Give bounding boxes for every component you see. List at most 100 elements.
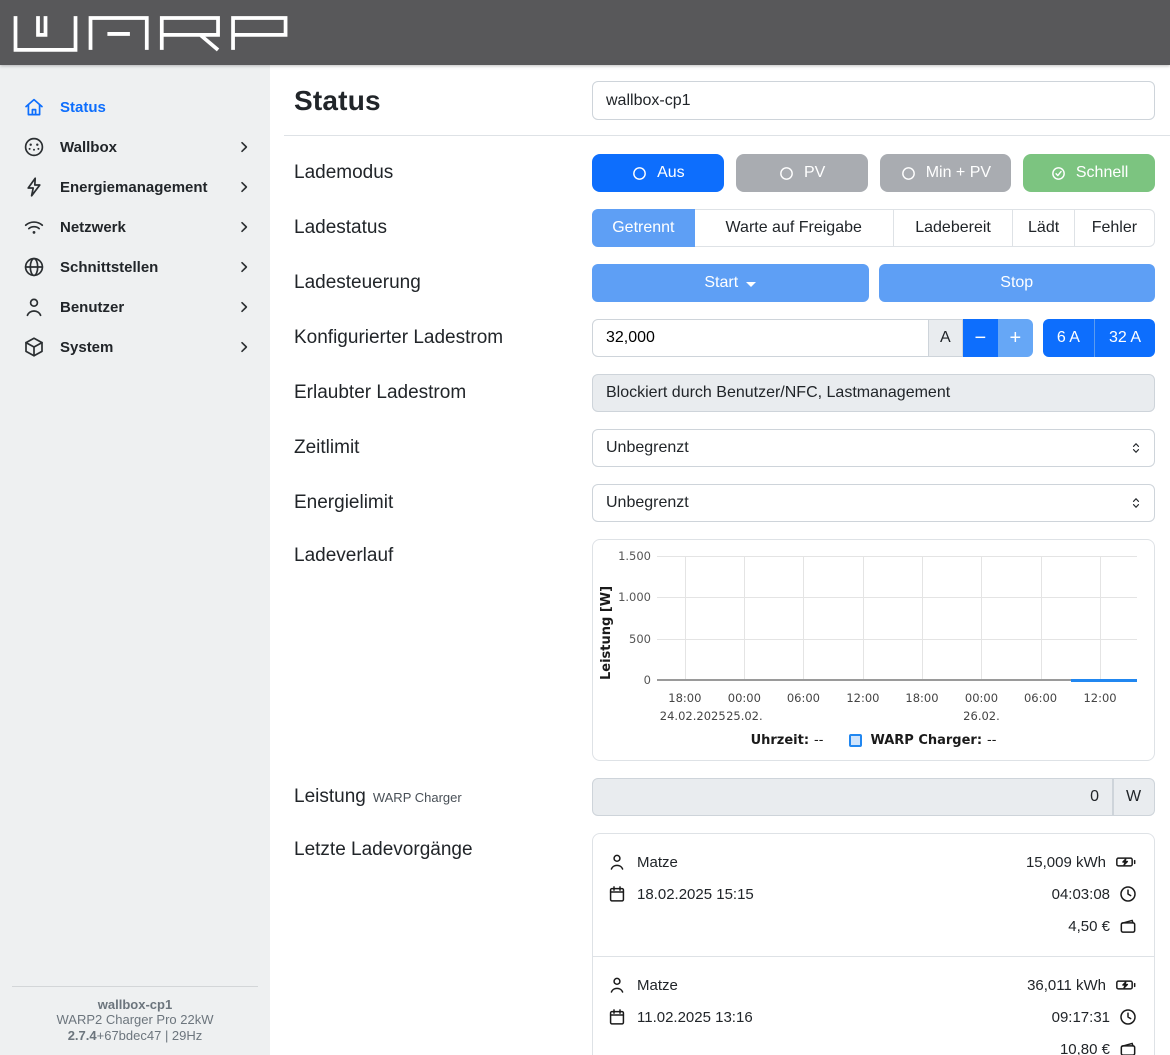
chart-plot-area (657, 556, 1137, 680)
device-model: WARP2 Charger Pro 22kW (12, 1012, 258, 1027)
device-name: wallbox-cp1 (12, 997, 258, 1012)
sidebar-item-label: System (60, 339, 113, 356)
start-button[interactable]: Start (592, 264, 869, 302)
stop-button[interactable]: Stop (879, 264, 1156, 302)
app-header (0, 0, 1170, 65)
entry-user: Matze (637, 977, 678, 994)
entry-duration: 04:03:08 (1052, 886, 1110, 903)
sidebar-item-benutzer[interactable]: Benutzer (0, 287, 270, 327)
status-segment-warte-auf-freigabe: Warte auf Freigabe (695, 209, 894, 247)
charge-log-entry: Matze 18.02.2025 15:15 15,009 kWh 04:03:… (593, 834, 1154, 956)
divider (284, 135, 1170, 136)
entry-datetime: 18.02.2025 15:15 (637, 886, 754, 903)
energielimit-label: Energielimit (294, 492, 592, 514)
chart-x-axis (657, 679, 1137, 681)
mode-button-aus[interactable]: Aus (592, 154, 724, 192)
radio-circle-icon (631, 165, 648, 182)
power-unit-label: W (1113, 778, 1155, 816)
chart-series-line (1071, 679, 1137, 683)
sidebar-item-schnittstellen[interactable]: Schnittstellen (0, 247, 270, 287)
sidebar-item-system[interactable]: System (0, 327, 270, 367)
sidebar-item-label: Energiemanagement (60, 179, 208, 196)
chevron-right-icon (236, 299, 252, 315)
chart-legend: Uhrzeit:-- WARP Charger:-- (593, 733, 1154, 748)
charge-history-chart: Leistung [W] 1.5001.0005000 18:0000:0006… (592, 539, 1155, 761)
caret-down-icon (746, 282, 756, 287)
sidebar-item-label: Netzwerk (60, 219, 126, 236)
status-segment-ladebereit: Ladebereit (894, 209, 1014, 247)
firmware-version: 2.7.4+67bdec47 | 29Hz (12, 1028, 258, 1043)
ladestatus-label: Ladestatus (294, 217, 592, 239)
sidebar-item-label: Schnittstellen (60, 259, 158, 276)
hostname-input[interactable] (592, 81, 1155, 120)
main-content: Status Lademodus AusPVMin + PVSchnell La… (270, 65, 1170, 1055)
home-icon (22, 95, 46, 119)
legend-checkbox-marker[interactable] (849, 734, 862, 747)
sidebar-item-netzwerk[interactable]: Netzwerk (0, 207, 270, 247)
power-value-field: 0 (592, 778, 1113, 816)
time-limit-select[interactable]: Unbegrenzt (592, 429, 1155, 467)
chart-date-labels: 24.02.202525.02.26.02. (657, 709, 1137, 724)
ampere-unit-label: A (929, 319, 963, 357)
entry-energy: 36,011 kWh (1027, 977, 1106, 994)
sidebar-item-label: Wallbox (60, 139, 117, 156)
person-icon (607, 975, 627, 995)
calendar-icon (607, 1007, 627, 1027)
status-segment-fehler: Fehler (1075, 209, 1155, 247)
wallet-icon (1118, 1039, 1138, 1055)
person-icon (607, 852, 627, 872)
charge-log-card: Matze 18.02.2025 15:15 15,009 kWh 04:03:… (592, 833, 1155, 1055)
energy-limit-select[interactable]: Unbegrenzt (592, 484, 1155, 522)
user-icon (22, 295, 46, 319)
chart-y-ticks: 1.5001.0005000 (615, 556, 651, 680)
check-circle-icon (1050, 165, 1067, 182)
select-arrows-icon (1128, 440, 1144, 456)
sidebar-item-status[interactable]: Status (0, 87, 270, 127)
clock-icon (1118, 884, 1138, 904)
bolt-icon (22, 175, 46, 199)
battery-charging-icon (1114, 852, 1138, 872)
box-icon (22, 335, 46, 359)
entry-energy: 15,009 kWh (1026, 854, 1106, 871)
battery-charging-icon (1114, 975, 1138, 995)
wallet-icon (1118, 916, 1138, 936)
allowed-current-field: Blockiert durch Benutzer/NFC, Lastmanage… (592, 374, 1155, 412)
charge-status-group: GetrenntWarte auf FreigabeLadebereitLädt… (592, 209, 1155, 247)
ladeverlauf-label: Ladeverlauf (294, 539, 592, 567)
charge-mode-group: Aus PV Min + PV Schnell (592, 154, 1155, 192)
legend-item: Uhrzeit:-- (751, 733, 824, 748)
preset-6a-button[interactable]: 6 A (1043, 319, 1095, 357)
entry-datetime: 11.02.2025 13:16 (637, 1009, 753, 1026)
ladestrom-label: Konfigurierter Ladestrom (294, 327, 592, 349)
sidebar-item-wallbox[interactable]: Wallbox (0, 127, 270, 167)
globe-icon (22, 255, 46, 279)
legend-item[interactable]: WARP Charger:-- (849, 733, 996, 748)
charge-log-entry: Matze 11.02.2025 13:16 36,011 kWh 09:17:… (593, 956, 1154, 1055)
sidebar-item-label: Status (60, 99, 106, 116)
sidebar-item-energiemanagement[interactable]: Energiemanagement (0, 167, 270, 207)
chevron-right-icon (236, 339, 252, 355)
mode-button-pv[interactable]: PV (736, 154, 868, 192)
preset-32a-button[interactable]: 32 A (1095, 319, 1155, 357)
leistung-sublabel: WARP Charger (373, 790, 462, 805)
wifi-icon (22, 215, 46, 239)
entry-cost: 4,50 € (1068, 918, 1110, 935)
sidebar-item-label: Benutzer (60, 299, 124, 316)
page-title: Status (294, 85, 381, 117)
entry-cost: 10,80 € (1060, 1041, 1110, 1055)
leistung-label: LeistungWARP Charger (294, 786, 592, 808)
warp-logo (8, 11, 294, 55)
sidebar-nav: Status Wallbox Energiemanagement Netzwer… (0, 65, 270, 367)
radio-circle-icon (900, 165, 917, 182)
decrement-button[interactable]: − (963, 319, 998, 357)
chevron-right-icon (236, 179, 252, 195)
increment-button[interactable]: + (998, 319, 1033, 357)
mode-button-schnell[interactable]: Schnell (1023, 154, 1155, 192)
sidebar: Status Wallbox Energiemanagement Netzwer… (0, 65, 270, 1055)
select-arrows-icon (1128, 495, 1144, 511)
status-segment-lädt: Lädt (1013, 209, 1074, 247)
ladevorgaenge-label: Letzte Ladevorgänge (294, 833, 592, 861)
charge-current-input[interactable] (592, 319, 929, 357)
mode-button-min-pv[interactable]: Min + PV (880, 154, 1012, 192)
status-segment-getrennt: Getrennt (592, 209, 695, 247)
